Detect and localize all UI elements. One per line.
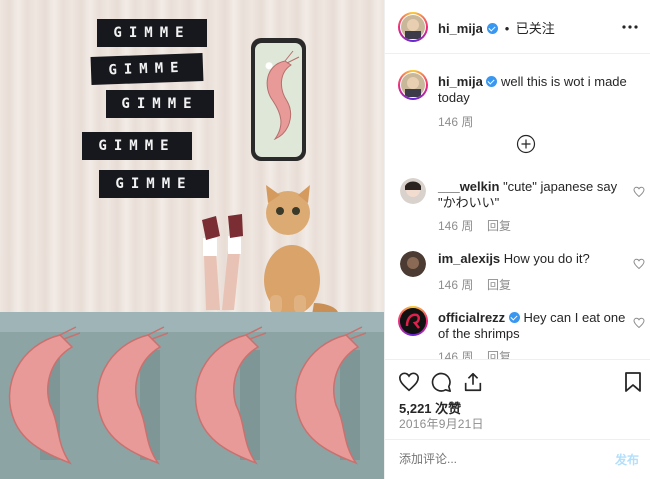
follow-status[interactable]: 已关注 xyxy=(516,21,555,36)
comment-time[interactable]: 146 周 xyxy=(438,348,473,359)
comment-username[interactable]: officialrezz xyxy=(438,310,505,325)
gimme-label-3: GIMME xyxy=(106,90,214,118)
gimme-label-5: GIMME xyxy=(99,170,209,198)
comments-list[interactable]: hi_mija well this is wot i made today 14… xyxy=(385,54,650,359)
heart-icon[interactable] xyxy=(398,371,420,393)
add-comment-bar: 发布 xyxy=(385,439,650,479)
post-image[interactable]: GIMME GIMME GIMME GIMME GIMME xyxy=(0,0,384,479)
shrimp-phone-icon xyxy=(266,50,300,140)
caption-username[interactable]: hi_mija xyxy=(438,74,483,89)
reply-button[interactable]: 回复 xyxy=(487,348,511,359)
action-bar: 5,221 次赞 2016年9月21日 xyxy=(385,359,650,439)
avatar-image-icon xyxy=(400,308,426,334)
gimme-label-1: GIMME xyxy=(97,19,207,47)
avatar-image-icon xyxy=(401,73,425,97)
comment-username[interactable]: ___welkin xyxy=(438,179,499,194)
verified-icon xyxy=(486,76,498,87)
post-date[interactable]: 2016年9月21日 xyxy=(399,415,484,432)
heart-icon[interactable] xyxy=(633,316,645,329)
avatar-image-icon xyxy=(401,15,425,39)
comment-username[interactable]: im_alexijs xyxy=(438,251,500,266)
separator-dot: • xyxy=(504,21,510,36)
heart-icon[interactable] xyxy=(633,257,645,270)
caption: hi_mija well this is wot i made today xyxy=(438,74,638,106)
comment-avatar[interactable] xyxy=(400,308,426,334)
plus-circle-icon[interactable] xyxy=(516,134,536,154)
caption-time[interactable]: 146 周 xyxy=(438,113,473,130)
verified-icon xyxy=(508,312,520,323)
post-button[interactable]: 发布 xyxy=(615,451,639,468)
gimme-label-2: GIMME xyxy=(90,53,204,85)
gimme-label-4: GIMME xyxy=(82,132,192,160)
heart-icon[interactable] xyxy=(633,185,645,198)
kitten xyxy=(264,185,339,315)
comment-time[interactable]: 146 周 xyxy=(438,217,473,234)
caption-avatar[interactable] xyxy=(400,72,426,98)
comment-time[interactable]: 146 周 xyxy=(438,276,473,293)
phone-case xyxy=(251,38,306,161)
shrimp-icon xyxy=(194,326,267,465)
comment: officialrezz Hey can I eat one of the sh… xyxy=(438,310,628,342)
shrimp-row xyxy=(8,326,367,465)
comment-avatar[interactable] xyxy=(400,251,426,277)
header-user: hi_mija • 已关注 xyxy=(438,18,555,38)
bookmark-icon[interactable] xyxy=(623,371,643,393)
comment-icon[interactable] xyxy=(430,371,452,393)
shrimp-icon xyxy=(294,326,367,465)
share-icon[interactable] xyxy=(462,371,484,393)
post-header: hi_mija • 已关注 xyxy=(385,0,650,54)
comment-avatar[interactable] xyxy=(400,178,426,204)
header-username[interactable]: hi_mija xyxy=(438,21,483,36)
upside-down-legs xyxy=(202,214,243,310)
reply-button[interactable]: 回复 xyxy=(487,217,511,234)
shrimp-icon xyxy=(96,326,169,465)
avatar-image-icon xyxy=(400,178,426,204)
comment-text: How you do it? xyxy=(503,251,590,266)
comment-input[interactable] xyxy=(399,449,599,469)
comment: ___welkin "cute" japanese say "かわいい" xyxy=(438,179,628,211)
post-sidebar: hi_mija • 已关注 hi_mija well this is wot i… xyxy=(384,0,650,479)
comment: im_alexijs How you do it? xyxy=(438,251,628,267)
shrimp-icon xyxy=(8,326,81,465)
verified-icon xyxy=(487,23,499,34)
avatar-image-icon xyxy=(400,251,426,277)
reply-button[interactable]: 回复 xyxy=(487,276,511,293)
ellipsis-icon[interactable] xyxy=(621,20,639,34)
header-avatar[interactable] xyxy=(400,14,426,40)
